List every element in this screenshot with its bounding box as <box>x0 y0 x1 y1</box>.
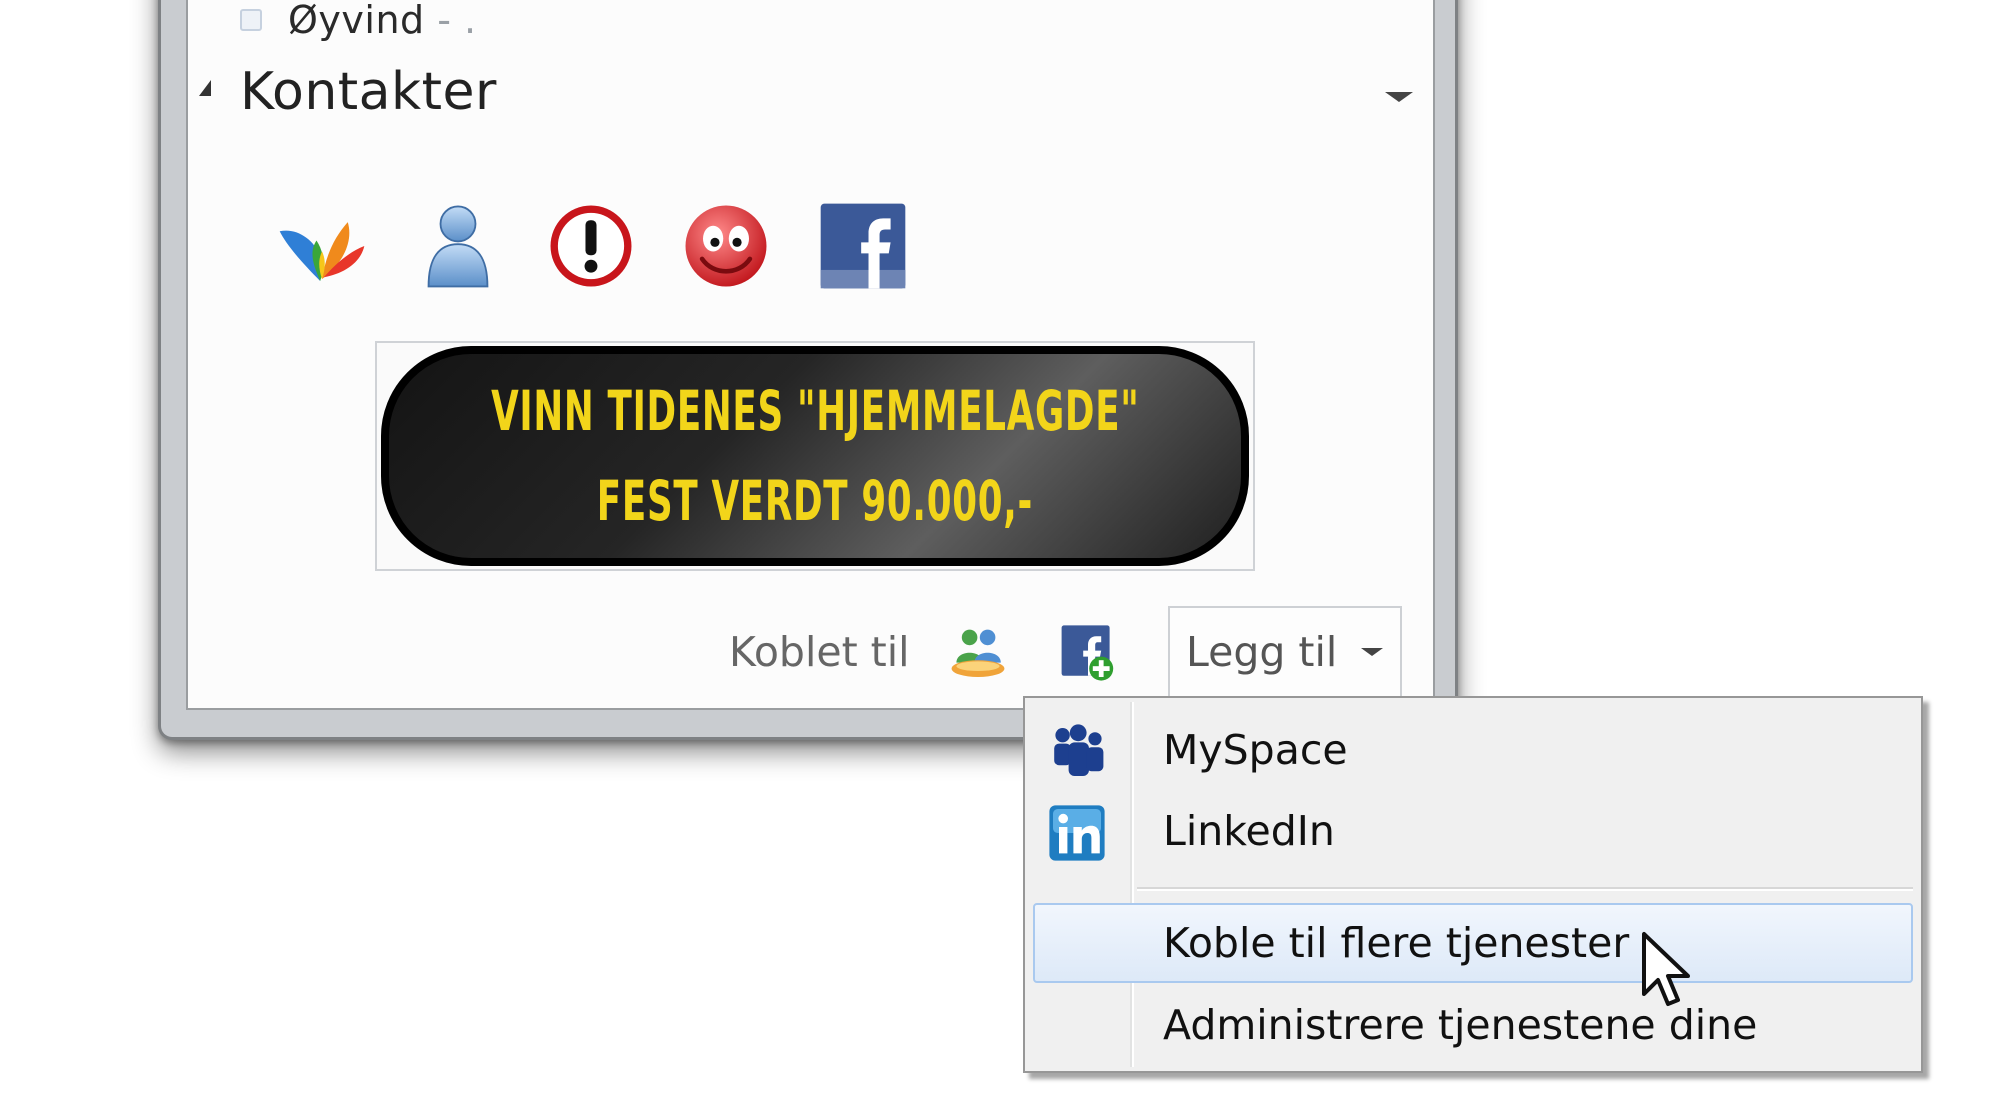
collapse-triangle-icon[interactable] <box>199 80 211 96</box>
menu-item-label: Koble til flere tjenester <box>1163 919 1630 967</box>
menu-item-connect-more-services[interactable]: Koble til flere tjenester <box>1033 903 1913 983</box>
dropdown-arrow-icon <box>1361 648 1384 656</box>
social-people-icon[interactable] <box>947 623 1009 683</box>
msn-butterfly-icon[interactable] <box>276 200 368 292</box>
contact-status-message: - . <box>437 0 477 42</box>
contact-name: Øyvind <box>288 0 425 42</box>
group-title[interactable]: Kontakter <box>240 62 497 122</box>
menu-item-label: MySpace <box>1163 726 1348 774</box>
smiley-icon[interactable] <box>680 200 772 292</box>
banner-line-1: VINN TIDENES "HJEMMELAGDE" <box>490 379 1140 443</box>
menu-item-linkedin[interactable]: LinkedIn <box>1033 791 1913 871</box>
facebook-icon[interactable] <box>817 200 909 292</box>
menu-item-myspace[interactable]: MySpace <box>1033 710 1913 790</box>
menu-item-label: LinkedIn <box>1163 807 1335 855</box>
mouse-pointer-icon <box>1642 932 1690 1006</box>
group-dropdown-icon[interactable] <box>1385 92 1413 102</box>
offline-status-icon <box>240 9 262 31</box>
add-button-label: Legg til <box>1186 628 1338 676</box>
menu-item-manage-services[interactable]: Administrere tjenestene dine <box>1033 985 1913 1065</box>
banner-ad[interactable]: VINN TIDENES "HJEMMELAGDE" FEST VERDT 90… <box>375 341 1255 571</box>
banner-line-2: FEST VERDT 90.000,- <box>596 469 1034 533</box>
add-service-menu: MySpace LinkedIn Koble til flere tjenest… <box>1023 696 1923 1073</box>
connected-label: Koblet til <box>729 628 910 676</box>
contact-item[interactable]: Øyvind - . <box>240 0 477 42</box>
add-button[interactable]: Legg til <box>1168 606 1402 696</box>
linkedin-icon <box>1049 805 1105 861</box>
add-facebook-icon[interactable] <box>1057 623 1119 683</box>
menu-separator <box>1137 887 1913 891</box>
myspace-icon <box>1054 724 1104 776</box>
person-icon[interactable] <box>412 200 504 292</box>
alert-icon[interactable] <box>545 200 637 292</box>
banner-pill: VINN TIDENES "HJEMMELAGDE" FEST VERDT 90… <box>381 346 1249 566</box>
